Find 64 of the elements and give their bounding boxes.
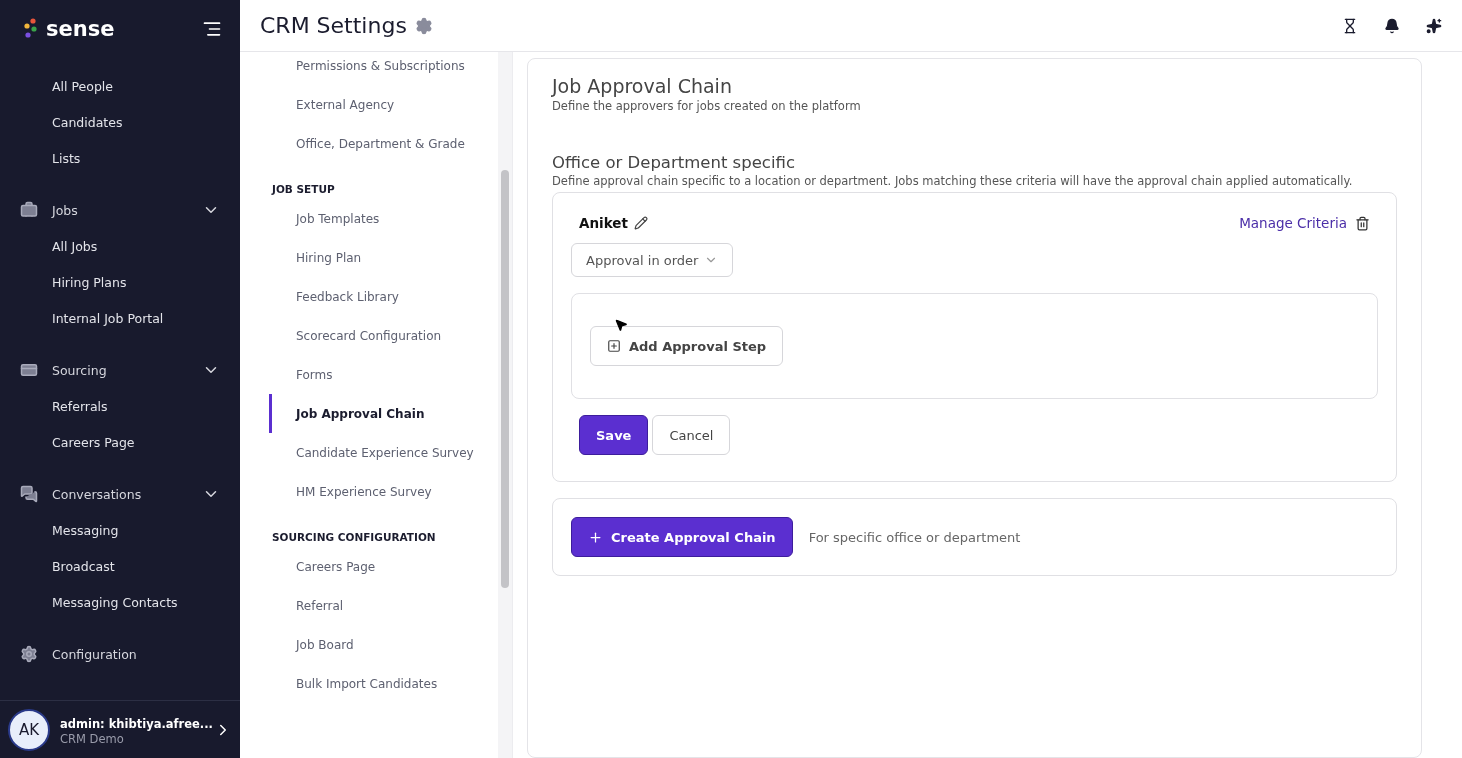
hourglass-icon[interactable]	[1342, 17, 1358, 34]
settings-nav-item[interactable]: Feedback Library	[269, 277, 498, 316]
create-hint: For specific office or department	[808, 529, 1021, 545]
settings-nav-item[interactable]: Referral	[269, 586, 498, 625]
sidebar-item[interactable]: Hiring Plans	[0, 264, 240, 300]
collapse-menu-icon[interactable]	[202, 19, 222, 39]
user-avatar: AK	[8, 708, 50, 751]
sidebar-item[interactable]: Candidates	[0, 104, 240, 140]
settings-nav-item[interactable]: HM Experience Survey	[269, 472, 498, 511]
settings-icon	[20, 645, 38, 663]
add-icon	[607, 339, 621, 353]
settings-nav-item[interactable]: Careers Page	[269, 547, 498, 586]
user-name: admin: khibtiya.afree...	[60, 717, 213, 731]
save-button[interactable]: Save	[579, 415, 649, 455]
sidebar-item[interactable]: Messaging	[0, 512, 240, 548]
sidebar-item[interactable]: Broadcast	[0, 548, 240, 584]
chain-name: Aniket	[579, 215, 628, 231]
sidebar-item[interactable]: Internal Job Portal	[0, 300, 240, 336]
sidebar-item[interactable]: Referrals	[0, 388, 240, 424]
scrollbar-thumb[interactable]	[501, 170, 509, 588]
sidebar-item[interactable]: Lists	[0, 140, 240, 176]
edit-icon[interactable]	[633, 216, 648, 230]
logo-text: sense	[46, 17, 115, 41]
sidebar-section[interactable]: Conversations	[0, 476, 240, 512]
user-org: CRM Demo	[60, 732, 125, 746]
mouse-cursor-icon	[614, 318, 628, 332]
subsection-title: Office or Department specific	[552, 153, 796, 172]
settings-nav-item[interactable]: External Agency	[269, 85, 498, 124]
sparkles-icon[interactable]	[1426, 17, 1442, 34]
settings-nav-item[interactable]: Bulk Import Candidates	[269, 664, 498, 703]
approval-mode-dropdown[interactable]: Approval in order	[571, 243, 734, 277]
add-approval-step-button[interactable]: Add Approval Step	[590, 326, 784, 366]
plus-icon	[588, 529, 603, 545]
settings-nav-item[interactable]: Job Templates	[269, 199, 498, 238]
settings-nav-item[interactable]: Forms	[269, 355, 498, 394]
section-title: Job Approval Chain	[552, 75, 733, 97]
sidebar-section[interactable]: Configuration	[0, 636, 240, 672]
chat-icon	[20, 485, 38, 503]
bell-icon[interactable]	[1384, 17, 1400, 34]
settings-nav-item[interactable]: Candidate Experience Survey	[269, 433, 498, 472]
subsection-description: Define approval chain specific to a location or department. Jobs matching these criteria will have the approval chain applied automatically.	[552, 174, 1354, 188]
sidebar-item[interactable]: Messaging Contacts	[0, 584, 240, 620]
settings-nav-item[interactable]: Permissions & Subscriptions	[269, 52, 498, 85]
sidebar-item[interactable]: Careers Page	[0, 424, 240, 460]
card-icon	[20, 361, 38, 379]
settings-nav-item[interactable]: Job Board	[269, 625, 498, 664]
page-title: CRM Settings	[260, 13, 407, 38]
sidebar-section[interactable]: Jobs	[0, 192, 240, 228]
nav-heading: SOURCING CONFIGURATION	[272, 530, 437, 545]
sidebar-item[interactable]: All People	[0, 68, 240, 104]
sidebar-section[interactable]: Sourcing	[0, 352, 240, 388]
logo-icon	[24, 18, 38, 40]
create-approval-chain-button[interactable]: Create Approval Chain	[571, 517, 793, 557]
nav-heading: JOB SETUP	[272, 182, 336, 197]
delete-icon[interactable]	[1355, 215, 1370, 231]
settings-nav-item[interactable]: Scorecard Configuration	[269, 316, 498, 355]
manage-criteria-link[interactable]: Manage Criteria	[1239, 215, 1347, 231]
sidebar-item[interactable]: All Jobs	[0, 228, 240, 264]
settings-icon[interactable]	[414, 16, 433, 35]
cancel-button[interactable]: Cancel	[652, 415, 731, 455]
settings-nav-item[interactable]: Office, Department & Grade	[269, 124, 498, 163]
briefcase-icon	[20, 201, 38, 219]
section-description: Define the approvers for jobs created on the platform	[552, 99, 862, 113]
settings-nav-item[interactable]: Hiring Plan	[269, 238, 498, 277]
